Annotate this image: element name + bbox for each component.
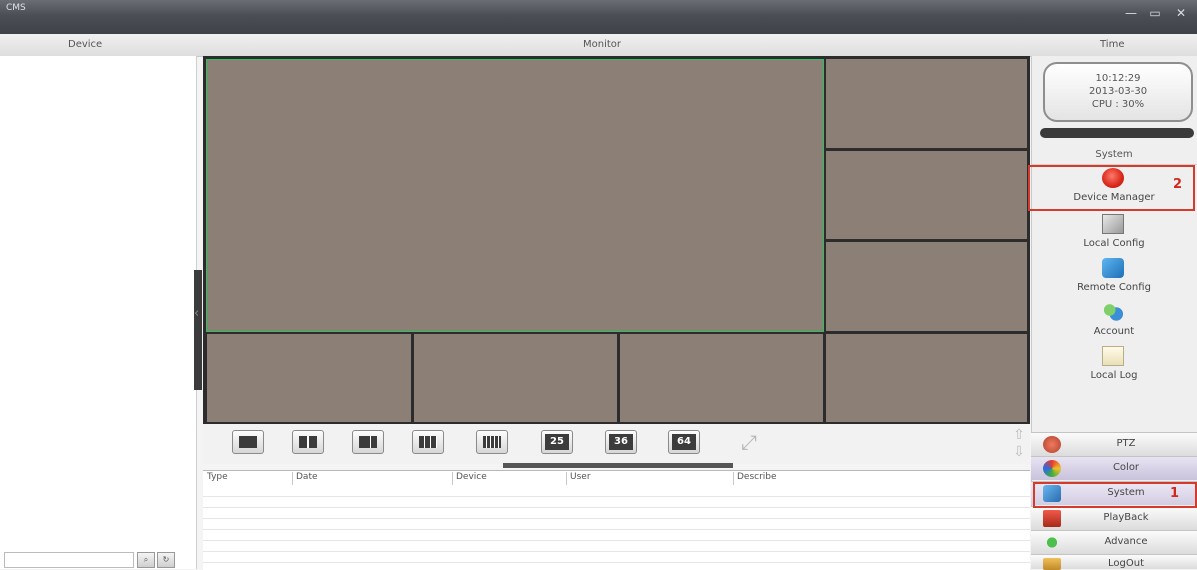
fullscreen-button[interactable]: ⤢ bbox=[733, 430, 765, 454]
device-search-input[interactable] bbox=[4, 552, 134, 568]
advance-icon bbox=[1043, 534, 1061, 551]
video-cell[interactable] bbox=[207, 334, 411, 422]
system-item-remote-config[interactable]: Remote Config bbox=[1031, 256, 1197, 300]
clock-date: 2013-03-30 bbox=[1088, 86, 1148, 97]
refresh-button[interactable]: ↻ bbox=[157, 552, 175, 568]
system-item-label: Remote Config bbox=[1077, 282, 1151, 293]
local-config-icon bbox=[1102, 214, 1124, 234]
status-bar bbox=[1040, 128, 1194, 138]
log-panel-collapse-handle[interactable] bbox=[503, 463, 733, 468]
video-cell[interactable] bbox=[826, 242, 1027, 331]
video-cell[interactable] bbox=[826, 334, 1027, 422]
ptz-icon bbox=[1043, 436, 1061, 453]
panel-splitter[interactable] bbox=[194, 270, 202, 390]
column-header-device[interactable]: Device bbox=[452, 472, 566, 485]
column-header-user[interactable]: User bbox=[566, 472, 733, 485]
table-row[interactable] bbox=[203, 497, 1030, 508]
device-tree-panel[interactable] bbox=[0, 56, 197, 569]
layout-16-icon bbox=[483, 436, 501, 448]
layout-64-button[interactable]: 64 bbox=[668, 430, 700, 454]
table-row[interactable] bbox=[203, 541, 1030, 552]
system-item-label: Local Config bbox=[1083, 238, 1145, 249]
nav-tab-color[interactable]: Color bbox=[1031, 456, 1197, 480]
nav-tab-label: LogOut bbox=[1108, 558, 1144, 569]
column-header-describe[interactable]: Describe bbox=[733, 472, 1030, 485]
table-row[interactable] bbox=[203, 552, 1030, 563]
nav-tab-logout[interactable]: LogOut bbox=[1031, 554, 1197, 570]
video-cell[interactable] bbox=[414, 334, 617, 422]
monitor-section-label: Monitor bbox=[583, 39, 622, 50]
nav-tab-label: PlayBack bbox=[1103, 512, 1149, 523]
system-panel-title: System bbox=[1031, 146, 1197, 165]
video-cell[interactable] bbox=[826, 151, 1027, 239]
layout-scroll-control[interactable]: ⇧ ⇩ bbox=[1010, 427, 1028, 463]
layout-36-icon: 36 bbox=[609, 434, 633, 450]
cpu-usage: CPU : 30% bbox=[1091, 99, 1145, 110]
video-cell[interactable] bbox=[620, 334, 823, 422]
layout-9-icon bbox=[419, 436, 437, 448]
video-cell-main[interactable] bbox=[206, 59, 824, 332]
table-row[interactable] bbox=[203, 530, 1030, 541]
close-button[interactable]: ✕ bbox=[1172, 6, 1190, 20]
layout-25-button[interactable]: 25 bbox=[541, 430, 573, 454]
nav-tab-label: Color bbox=[1112, 462, 1140, 473]
highlight-box-device-manager bbox=[1028, 165, 1195, 211]
layout-64-icon: 64 bbox=[672, 434, 696, 450]
step-badge-1: 1 bbox=[1170, 486, 1180, 501]
app-title: CMS bbox=[6, 3, 26, 13]
layout-1-button[interactable] bbox=[232, 430, 264, 454]
layout-36-button[interactable]: 36 bbox=[605, 430, 637, 454]
section-header-row: Device Monitor Time bbox=[0, 34, 1197, 57]
system-item-local-config[interactable]: Local Config bbox=[1031, 212, 1197, 256]
nav-tab-ptz[interactable]: PTZ bbox=[1031, 432, 1197, 456]
search-button[interactable]: ⌕ bbox=[137, 552, 155, 568]
column-header-type[interactable]: Type bbox=[204, 472, 292, 485]
step-badge-2: 2 bbox=[1173, 177, 1183, 192]
maximize-button[interactable]: ▭ bbox=[1146, 6, 1164, 20]
layout-9-button[interactable] bbox=[412, 430, 444, 454]
system-item-account[interactable]: Account bbox=[1031, 300, 1197, 344]
clock-display: 10:12:29 2013-03-30 CPU : 30% bbox=[1043, 62, 1193, 122]
layout-6-icon bbox=[359, 436, 377, 448]
system-item-local-log[interactable]: Local Log bbox=[1031, 344, 1197, 388]
layout-1-icon bbox=[239, 436, 257, 448]
layout-4-icon bbox=[299, 436, 317, 448]
column-header-date[interactable]: Date bbox=[292, 472, 452, 485]
fullscreen-icon: ⤢ bbox=[741, 430, 757, 454]
time-section-label: Time bbox=[1100, 39, 1125, 50]
layout-6-button[interactable] bbox=[352, 430, 384, 454]
table-row[interactable] bbox=[203, 508, 1030, 519]
nav-tab-advance[interactable]: Advance bbox=[1031, 530, 1197, 554]
table-row[interactable] bbox=[203, 519, 1030, 530]
video-cell[interactable] bbox=[826, 59, 1027, 148]
nav-tab-label: PTZ bbox=[1116, 438, 1136, 449]
system-item-label: Account bbox=[1093, 326, 1135, 337]
color-icon bbox=[1043, 460, 1061, 477]
device-section-label: Device bbox=[68, 39, 103, 50]
logout-icon bbox=[1043, 558, 1061, 570]
layout-25-icon: 25 bbox=[545, 434, 569, 450]
clock-time: 10:12:29 bbox=[1095, 73, 1141, 84]
minimize-button[interactable]: — bbox=[1122, 6, 1140, 20]
title-bar: CMS — ▭ ✕ bbox=[0, 0, 1197, 34]
playback-icon bbox=[1043, 510, 1061, 527]
system-item-label: Local Log bbox=[1090, 370, 1138, 381]
nav-tab-playback[interactable]: PlayBack bbox=[1031, 506, 1197, 530]
layout-16-button[interactable] bbox=[476, 430, 508, 454]
remote-config-icon bbox=[1102, 258, 1124, 278]
table-row[interactable] bbox=[203, 486, 1030, 497]
local-log-icon bbox=[1102, 346, 1124, 366]
nav-tab-label: Advance bbox=[1104, 536, 1148, 547]
layout-4-button[interactable] bbox=[292, 430, 324, 454]
account-icon bbox=[1102, 302, 1124, 322]
